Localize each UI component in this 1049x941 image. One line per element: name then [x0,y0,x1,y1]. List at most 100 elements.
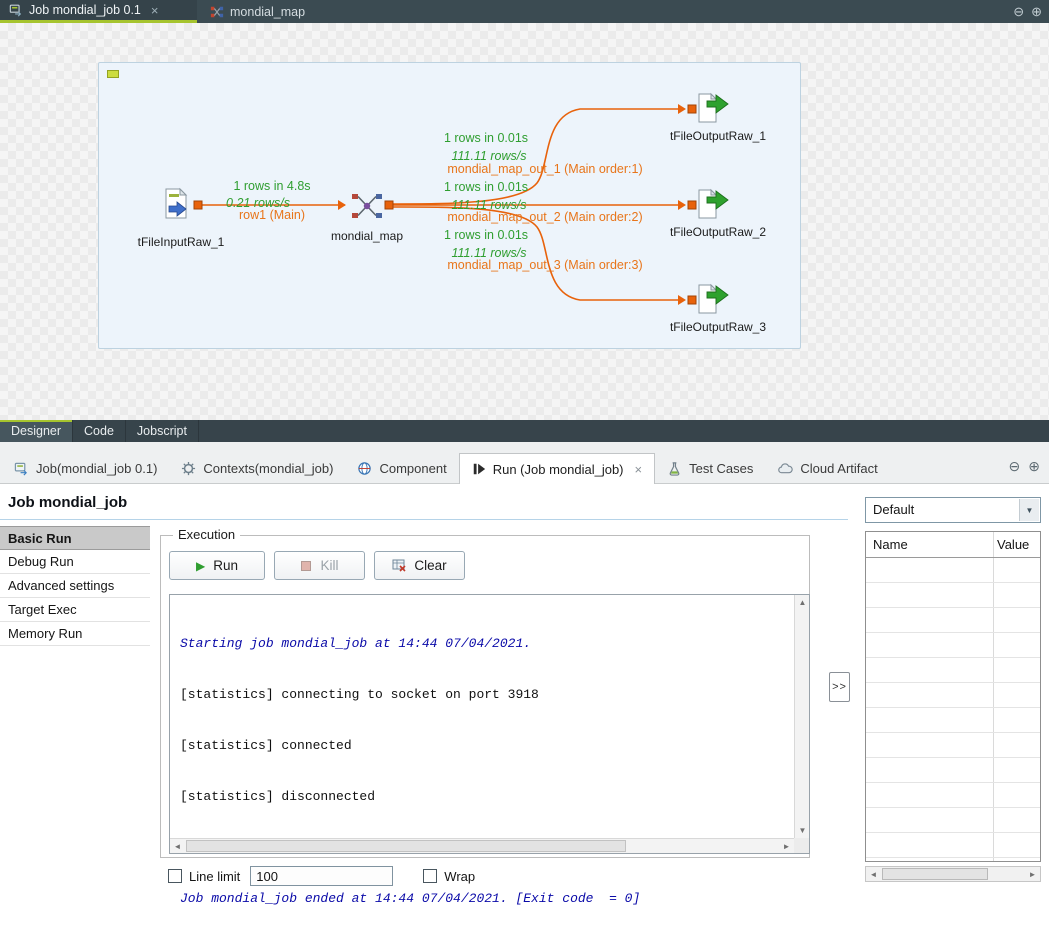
scroll-down-icon[interactable]: ▼ [795,823,810,838]
component-label[interactable]: tFileOutputRaw_1 [670,129,766,143]
contexts-icon [181,461,196,476]
table-row [866,658,1040,683]
tab-cloud-artifact[interactable]: Cloud Artifact [765,453,889,483]
table-header: Name Value [866,532,1040,558]
tab-contexts[interactable]: Contexts(mondial_job) [169,453,345,483]
tab-test-cases-label: Test Cases [689,461,753,476]
clear-button[interactable]: Clear [374,551,465,580]
sidebar-item-advanced-settings[interactable]: Advanced settings [0,574,150,598]
tab-component-label: Component [379,461,446,476]
editor-tab-bar: Job mondial_job 0.1 × mondial_map ⊖ ⊕ [0,0,1049,23]
tfileinputraw-icon [160,187,194,221]
arrowhead-out2 [678,200,686,210]
close-icon[interactable]: × [635,462,643,477]
minimize-icon[interactable]: ⊖ [1009,458,1021,475]
tab-jobscript[interactable]: Jobscript [126,420,199,442]
tab-designer[interactable]: Designer [0,420,73,442]
kill-button[interactable]: Kill [274,551,365,580]
context-select-value: Default [873,502,914,517]
connection-stats: 1 rows in 0.01s [444,228,528,242]
tab-job-view-label: Job(mondial_job 0.1) [36,461,157,476]
map-icon [210,5,224,19]
console-vertical-scrollbar[interactable]: ▲ ▼ [794,595,809,838]
sidebar-item-debug-run[interactable]: Debug Run [0,550,150,574]
connection-name-label[interactable]: mondial_map_out_3 (Main order:3) [447,258,642,272]
component-label[interactable]: tFileInputRaw_1 [138,235,225,249]
maximize-icon[interactable]: ⊕ [1031,4,1042,20]
maximize-icon[interactable]: ⊕ [1028,458,1040,475]
component-tfileinputraw-1[interactable] [160,187,194,221]
wrap-checkbox[interactable] [423,869,437,883]
minimize-icon[interactable]: ⊖ [1013,4,1024,20]
component-tfileoutputraw-3[interactable] [695,282,729,316]
scroll-right-icon[interactable]: ► [779,839,794,854]
connection-name-label[interactable]: row1 (Main) [239,208,305,222]
view-window-controls: ⊖ ⊕ [1009,458,1040,475]
connection-name-label[interactable]: mondial_map_out_1 (Main order:1) [447,162,642,176]
play-icon: ▶ [196,559,205,573]
editor-tab-mondial-map[interactable]: mondial_map [201,0,314,23]
component-label[interactable]: mondial_map [331,229,403,243]
line-limit-input[interactable] [250,866,393,886]
port-map-out[interactable] [385,201,393,209]
connection-out1[interactable] [389,109,684,204]
scrollbar-thumb[interactable] [882,868,988,880]
line-limit-label: Line limit [189,869,240,884]
scroll-left-icon[interactable]: ◄ [866,867,881,882]
port-input-out[interactable] [194,201,202,209]
console-line: [statistics] disconnected [180,788,787,805]
kill-button-label: Kill [320,558,338,573]
tab-component[interactable]: Component [345,453,458,483]
editor-tab-job-label: Job mondial_job 0.1 [29,3,141,17]
line-limit-checkbox[interactable] [168,869,182,883]
console-output: Starting job mondial_job at 14:44 07/04/… [180,601,787,941]
job-icon [14,461,29,476]
execution-console[interactable]: Starting job mondial_job at 14:44 07/04/… [169,594,810,854]
tab-test-cases[interactable]: Test Cases [655,453,765,483]
editor-tab-job[interactable]: Job mondial_job 0.1 × [0,0,197,23]
tab-job-view[interactable]: Job(mondial_job 0.1) [2,453,169,483]
table-row [866,583,1040,608]
expand-panel-button[interactable]: >> [829,672,850,702]
component-mondial-map[interactable] [350,189,384,223]
design-canvas[interactable]: tFileInputRaw_1 mondial_map tFileOutputR… [0,23,1049,420]
scroll-up-icon[interactable]: ▲ [795,595,810,610]
sidebar-item-memory-run[interactable]: Memory Run [0,622,150,646]
scroll-left-icon[interactable]: ◄ [170,839,185,854]
connection-name-label[interactable]: mondial_map_out_2 (Main order:2) [447,210,642,224]
context-variables-table[interactable]: Name Value [865,531,1041,862]
sidebar-item-basic-run[interactable]: Basic Run [0,526,150,550]
component-label[interactable]: tFileOutputRaw_3 [670,320,766,334]
tab-cloud-artifact-label: Cloud Artifact [800,461,877,476]
test-cases-icon [667,461,682,476]
table-row [866,833,1040,858]
close-icon[interactable]: × [151,3,159,18]
console-horizontal-scrollbar[interactable]: ◄ ► [170,838,794,853]
table-row [866,558,1040,583]
connection-stats: 1 rows in 0.01s [444,131,528,145]
designer-tab-bar: Designer Code Jobscript [0,420,1049,442]
tfileoutputraw-icon [695,282,729,316]
component-label[interactable]: tFileOutputRaw_2 [670,225,766,239]
title-divider [0,519,848,520]
run-button[interactable]: ▶ Run [169,551,265,580]
component-tfileoutputraw-1[interactable] [695,91,729,125]
chevron-down-icon[interactable]: ▼ [1019,499,1039,521]
name-column-header: Name [873,537,908,552]
scrollbar-thumb[interactable] [186,840,626,852]
editor-tab-map-label: mondial_map [230,5,305,19]
tab-run[interactable]: Run (Job mondial_job) × [459,453,655,484]
table-row [866,758,1040,783]
console-options-row: Line limit Wrap [168,865,475,887]
tab-code[interactable]: Code [73,420,126,442]
component-tfileoutputraw-2[interactable] [695,187,729,221]
view-tab-strip: Job(mondial_job 0.1) Contexts(mondial_jo… [0,442,1049,484]
arrowhead-out3 [678,295,686,305]
connection-rate: 111.11 rows/s [451,149,526,163]
tfileoutputraw-icon [695,187,729,221]
sidebar-item-target-exec[interactable]: Target Exec [0,598,150,622]
scroll-right-icon[interactable]: ► [1025,867,1040,882]
context-horizontal-scrollbar[interactable]: ◄ ► [865,866,1041,882]
tmap-icon [350,189,384,223]
context-select[interactable]: Default ▼ [865,497,1041,523]
